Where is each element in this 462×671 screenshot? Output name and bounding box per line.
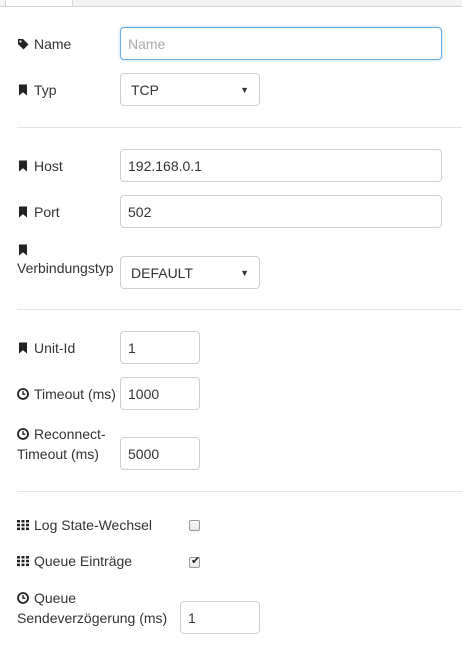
queue-entries-checkbox[interactable]: ✔ bbox=[189, 555, 201, 568]
reconnect-timeout-label-line1: Reconnect- bbox=[34, 426, 106, 442]
port-row: Port bbox=[17, 203, 60, 221]
editor-tab-strip bbox=[0, 0, 462, 7]
reconnect-timeout-row: Reconnect- Timeout (ms) bbox=[17, 425, 106, 463]
chevron-down-icon: ▼ bbox=[240, 267, 249, 278]
verbindungstyp-selected-value: DEFAULT bbox=[131, 264, 193, 281]
clock-icon bbox=[17, 592, 29, 604]
bookmark-icon bbox=[17, 84, 29, 96]
typ-select[interactable]: TCP ▼ bbox=[120, 73, 260, 106]
unit-id-row: Unit-Id bbox=[17, 339, 75, 357]
typ-selected-value: TCP bbox=[131, 81, 159, 98]
verbindungstyp-row: Verbindungstyp bbox=[17, 244, 114, 277]
queue-entries-label: Queue Einträge bbox=[34, 553, 133, 569]
queue-delay-label-line1: Queue bbox=[34, 590, 77, 606]
bookmark-icon bbox=[17, 160, 29, 172]
timeout-input[interactable] bbox=[120, 377, 200, 410]
name-row: Name bbox=[17, 35, 71, 53]
host-input[interactable] bbox=[120, 149, 442, 182]
verbindungstyp-label: Verbindungstyp bbox=[17, 260, 114, 276]
bookmark-icon bbox=[17, 244, 29, 256]
unit-id-input[interactable] bbox=[120, 331, 200, 364]
clock-icon bbox=[17, 388, 29, 400]
grid-icon bbox=[17, 519, 29, 531]
name-label: Name bbox=[34, 36, 72, 52]
port-label: Port bbox=[34, 204, 60, 220]
host-label: Host bbox=[34, 158, 63, 174]
queue-delay-label-line2: Sendeverzögerung (ms) bbox=[17, 610, 168, 626]
log-state-checkbox[interactable] bbox=[189, 520, 200, 531]
tag-icon bbox=[17, 38, 29, 50]
check-icon: ✔ bbox=[191, 555, 201, 567]
port-input[interactable] bbox=[120, 195, 442, 228]
timeout-row: Timeout (ms) bbox=[17, 385, 116, 403]
log-state-row: Log State-Wechsel bbox=[17, 516, 152, 534]
typ-row: Typ bbox=[17, 81, 57, 99]
section-divider bbox=[17, 127, 462, 128]
name-input[interactable] bbox=[120, 27, 442, 60]
grid-icon bbox=[17, 555, 29, 567]
section-divider bbox=[17, 491, 462, 492]
host-row: Host bbox=[17, 157, 63, 175]
timeout-label: Timeout (ms) bbox=[34, 386, 116, 402]
clock-icon bbox=[17, 428, 29, 440]
reconnect-timeout-input[interactable] bbox=[120, 437, 200, 470]
editor-tab[interactable] bbox=[5, 0, 73, 7]
queue-delay-input[interactable] bbox=[180, 601, 260, 634]
reconnect-timeout-label-line2: Timeout (ms) bbox=[17, 446, 99, 462]
bookmark-icon bbox=[17, 206, 29, 218]
queue-delay-row: Queue Sendeverzögerung (ms) bbox=[17, 589, 167, 627]
chevron-down-icon: ▼ bbox=[240, 84, 249, 95]
log-state-label: Log State-Wechsel bbox=[34, 517, 153, 533]
typ-label: Typ bbox=[34, 82, 57, 98]
verbindungstyp-select[interactable]: DEFAULT ▼ bbox=[120, 256, 260, 289]
queue-entries-row: Queue Einträge bbox=[17, 552, 132, 570]
unit-id-label: Unit-Id bbox=[34, 340, 76, 356]
section-divider bbox=[17, 309, 462, 310]
bookmark-icon bbox=[17, 342, 29, 354]
